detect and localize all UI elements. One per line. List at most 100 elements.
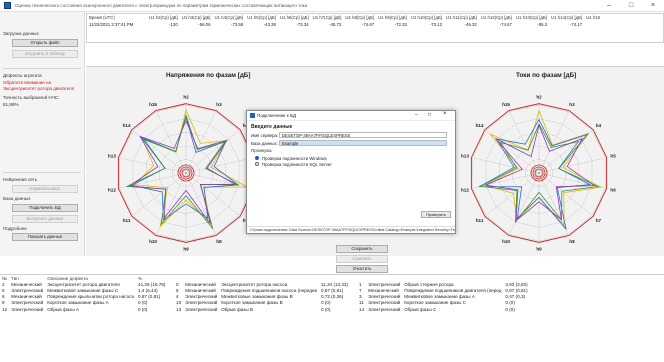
load-table-button[interactable]: Загрузить в таблицу <box>12 49 78 58</box>
column-header[interactable]: U1 h5(Cp) [дБ] <box>245 14 278 21</box>
column-header[interactable]: U1 h12(Cp) [дБ] <box>479 14 514 21</box>
table-cell: -46.32 <box>444 21 479 28</box>
table-cell: -73.12 <box>408 21 444 28</box>
grid-spoke <box>485 130 540 174</box>
axis-label: h3 <box>569 102 575 107</box>
axis-label: h12 <box>461 188 469 193</box>
column-header[interactable]: U1 h15 <box>584 14 604 21</box>
table-cell: -56.06 <box>179 21 213 28</box>
table-cell: -45.72 <box>310 21 344 28</box>
grid-spoke <box>472 172 540 189</box>
table-cell: 0 (0) <box>138 306 148 312</box>
column-header[interactable]: U1 h13(Cp) [дБ] <box>514 14 549 21</box>
sql-auth-radio[interactable]: Проверка подлинности SQL Server <box>255 162 451 167</box>
close-button[interactable]: × <box>642 0 664 12</box>
grid-spoke <box>538 157 606 174</box>
details-label: Подробнее <box>3 225 27 231</box>
check-connection-button[interactable]: Проверить <box>421 211 451 218</box>
divider <box>3 67 81 69</box>
dialog-title: Подключение к БД <box>257 113 297 118</box>
clear-button[interactable]: Очистить <box>336 265 388 273</box>
table-cell: 0 (0) <box>321 306 331 312</box>
radio-unselected-icon <box>255 162 259 167</box>
divider <box>3 172 81 174</box>
column-header[interactable]: U1 h14(Cp) [дБ] <box>549 14 584 21</box>
db-label: База данных <box>3 195 31 201</box>
axis-label: h9 <box>536 247 542 252</box>
axis-label: h8 <box>216 239 222 244</box>
table-cell: -55.3 <box>513 21 550 28</box>
radio-selected-icon <box>255 156 259 161</box>
database-input[interactable]: Example <box>279 140 447 146</box>
center-buttons: Сохранить Сравнить Очистить <box>336 245 388 275</box>
axis-label: h13 <box>108 154 116 159</box>
table-row[interactable]: 11/22/2021 2:37:41 PM -120 -56.06 -73.58 -43… <box>87 21 604 28</box>
column-header[interactable]: U1 h6(Cp) [дБ] <box>278 14 311 21</box>
column-header[interactable]: U1 h2(Cp) [дБ] <box>147 14 180 21</box>
title-bar: Оценка технического состояния асинхронно… <box>0 0 664 12</box>
table-cell: Механический <box>368 287 399 293</box>
connection-string-status: Строка подключения: Data Source=DESKTOP-… <box>247 226 455 233</box>
column-header[interactable]: U1 h7(Cp) [дБ] <box>311 14 344 21</box>
table-row[interactable]: 5 Электрический Межвитковое замыкание фазы… <box>0 287 541 293</box>
table-row[interactable]: 12 Электрический Обрыв фазы А0 (0) 13 Электр… <box>0 306 541 312</box>
table-cell: 12 <box>2 306 8 312</box>
column-header[interactable]: U1 h4(Cp) [дБ] <box>212 14 245 21</box>
table-header-row: Время (UTC) U1 h2(Cp) [дБ] U1 h3(Cp) [дБ] U… <box>87 14 604 21</box>
accuracy-value: 81,88% <box>3 102 19 108</box>
table-row[interactable]: 9 Электрический Короткое замыкание фазы А0… <box>0 300 541 306</box>
connect-db-button[interactable]: Подключить БД <box>12 203 78 212</box>
column-header[interactable]: U1 h8(Cp) [дБ] <box>343 14 376 21</box>
axis-label: h6 <box>610 188 616 193</box>
series-line <box>133 108 248 228</box>
table-cell: Механический <box>11 294 42 300</box>
compare-button[interactable]: Сравнить <box>336 255 388 263</box>
save-button[interactable]: Сохранить <box>336 245 388 253</box>
defects-label: Дефекты агрегата <box>3 72 42 78</box>
axis-label: h3 <box>216 102 222 107</box>
normalize-button[interactable]: Нормализовать <box>12 184 78 193</box>
axis-label: h11 <box>123 218 131 223</box>
column-header[interactable]: Время (UTC) <box>87 14 147 21</box>
minimize-button[interactable]: – <box>598 0 620 12</box>
load-label: Загрузка данных <box>3 31 39 36</box>
windows-auth-radio[interactable]: Проверка подлинности Windows <box>255 156 451 161</box>
table-cell: 14 <box>359 306 365 312</box>
window-title: Оценка технического состояния асинхронно… <box>15 3 308 8</box>
dialog-maximize-button[interactable]: □ <box>428 112 431 118</box>
server-input[interactable]: DESKTOP-39AA7FF\SQLEXPRESS <box>279 132 447 138</box>
nn-label: Нейронная сеть <box>3 177 38 183</box>
auth-label: Проверка <box>251 148 272 153</box>
table-cell: Обрыв фазы А <box>47 306 79 312</box>
maximize-button[interactable]: □ <box>620 0 642 12</box>
table-cell: -43.38 <box>245 21 278 28</box>
table-cell: -72.33 <box>376 21 409 28</box>
app-icon <box>4 2 11 9</box>
harmonics-table[interactable]: Время (UTC) U1 h2(Cp) [дБ] U1 h3(Cp) [дБ] U… <box>86 13 664 43</box>
dialog-heading: Введите данные <box>251 124 293 130</box>
dialog-minimize-button[interactable]: – <box>415 112 418 118</box>
table-cell: Повреждения крыльчатки ротора насоса <box>47 294 135 300</box>
table-cell: Электрический <box>368 281 401 287</box>
db-connect-dialog: Подключение к БД – □ × Введите данные Им… <box>246 110 456 234</box>
open-file-button[interactable]: Открыть файл <box>12 38 78 47</box>
column-header[interactable]: U1 h10(Cp) [дБ] <box>409 14 444 21</box>
defects-table[interactable]: № Тип Описание дефекта% 2 Механический Эксце… <box>0 274 664 362</box>
table-row[interactable]: 6 Механический Повреждения крыльчатки рото… <box>0 294 541 300</box>
column-header[interactable]: U1 h11(Cp) [дБ] <box>444 14 479 21</box>
show-data-button[interactable]: Показать данные <box>12 233 78 242</box>
voltage-radar-chart: h2h3h4h5h6h7h8h9h10h11h12h13h14h15 <box>108 95 263 252</box>
export-data-button[interactable]: Выгрузить данные <box>12 214 78 223</box>
table-cell: Обрыв фазы В <box>221 306 254 312</box>
table-cell: -73.34 <box>277 21 311 28</box>
column-header[interactable]: U1 h3(Cp) [дБ] <box>180 14 213 21</box>
axis-label: h8 <box>569 239 575 244</box>
column-header[interactable]: U1 h9(Cp) [дБ] <box>376 14 409 21</box>
axis-label: h10 <box>502 239 510 244</box>
current-chart-title: Токи по фазам [дБ] <box>516 72 577 79</box>
table-cell: Механический <box>11 281 42 287</box>
dialog-close-button[interactable]: × <box>443 111 447 117</box>
table-cell: Электрический <box>368 300 401 306</box>
table-cell: Обрыв фазы С <box>404 306 437 312</box>
table-cell: Механический <box>185 287 216 293</box>
